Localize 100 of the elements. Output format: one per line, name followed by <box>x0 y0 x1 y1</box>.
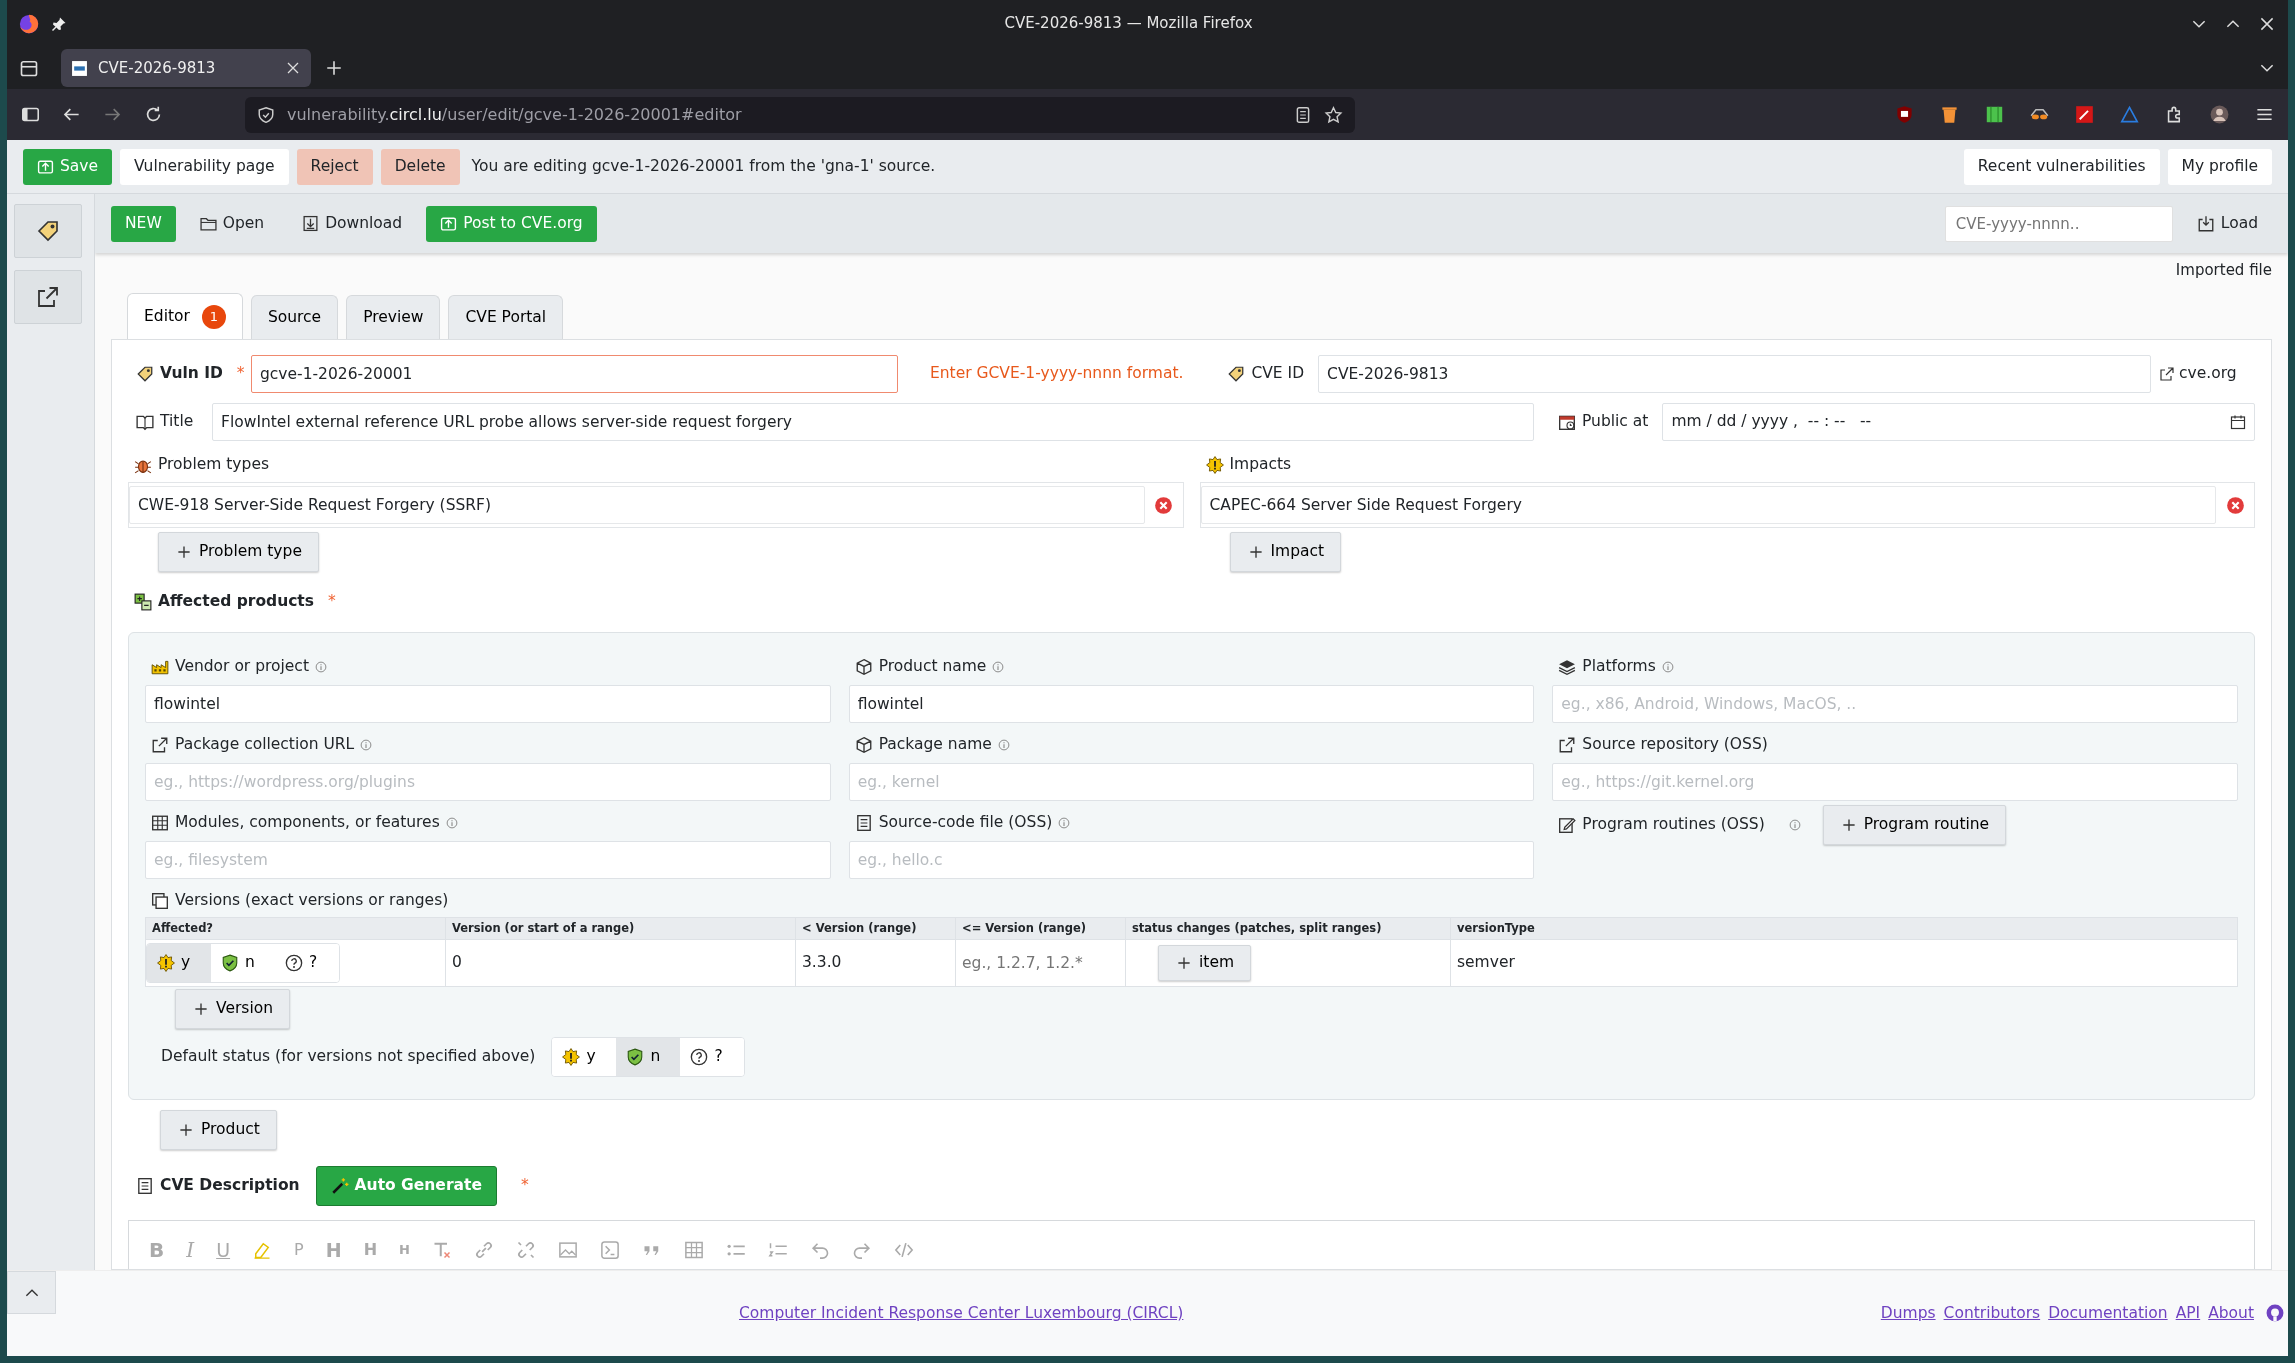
url-text: vulnerability.circl.lu/user/edit/gcve-1-2026-20001#editor <box>287 103 743 126</box>
browser-tab[interactable]: CVE-2026-9813 <box>61 49 311 87</box>
footer-link[interactable]: Computer Incident Response Center Luxembourg (CIRCL) <box>739 1301 1184 1326</box>
tag-icon <box>136 365 154 383</box>
editor-tab[interactable]: Editor 1 <box>127 293 243 339</box>
info-icon <box>314 660 327 673</box>
book-icon <box>136 413 154 431</box>
input-field[interactable]: FlowIntel external reference URL probe allows server-side request forgery <box>212 403 1534 441</box>
reload-icon <box>144 104 163 124</box>
site-favicon <box>71 59 88 77</box>
window-title: CVE-2026-9813 — Mozilla Firefox <box>1003 13 1254 35</box>
warning-icon <box>562 1048 581 1066</box>
footer-link[interactable]: Documentation <box>2048 1301 2168 1326</box>
error-message: Enter GCVE-1-yyyy-nnnn format. <box>930 363 1184 385</box>
input-field[interactable]: flowintel <box>848 684 1535 723</box>
add-button[interactable]: item <box>1158 945 1252 981</box>
download-button[interactable]: Download <box>288 205 417 242</box>
input-field[interactable]: gcve-1-2026-20001 <box>251 355 898 393</box>
table-cell: 0 <box>445 939 796 987</box>
status-option[interactable]: n <box>616 1038 681 1076</box>
plus-icon <box>175 543 193 561</box>
plus-icon <box>192 1000 210 1018</box>
info-icon <box>445 816 458 829</box>
editor-tab[interactable]: Source <box>250 295 339 339</box>
add-button[interactable]: Version <box>175 989 290 1029</box>
highlighter-icon <box>252 1240 273 1260</box>
input-field[interactable]: eg., https://git.kernel.org <box>1552 762 2238 801</box>
close-icon <box>285 60 301 76</box>
input-field[interactable]: CWE-918 Server-Side Request Forgery (SSRF) <box>129 486 1145 524</box>
copy-icon <box>151 891 169 910</box>
column-header: <= Version (range) <box>955 917 1126 940</box>
edit-icon <box>1558 815 1577 834</box>
sidebar-button[interactable] <box>14 204 82 258</box>
plus-icon <box>177 1121 195 1139</box>
field-label: Problem types <box>158 454 269 476</box>
add-button[interactable]: Program routine <box>1822 804 2007 845</box>
editor-tab[interactable]: Preview <box>346 295 441 339</box>
field-label: CVE Description <box>160 1175 300 1197</box>
table-cell: semver <box>1450 939 2238 987</box>
star-icon <box>1324 105 1343 125</box>
date-field[interactable]: mm / dd / yyyy , -- : -- -- <box>1662 403 2255 441</box>
tag-icon <box>1227 365 1246 383</box>
terminal-icon <box>599 1240 620 1260</box>
nav-button[interactable]: Recent vulnerabilities <box>1963 148 2160 185</box>
load-button[interactable]: Load <box>2182 205 2272 242</box>
calendar-icon <box>2230 414 2246 430</box>
x-circle-icon <box>1154 495 1173 515</box>
editor-tab[interactable]: CVE Portal <box>448 295 564 339</box>
add-button[interactable]: Problem type <box>158 532 319 572</box>
plus-icon <box>325 58 343 77</box>
status-option[interactable]: y <box>147 944 211 982</box>
input-field[interactable]: eg., kernel <box>848 762 1535 801</box>
firefox-logo <box>19 13 39 34</box>
add-button[interactable]: Impact <box>1229 532 1342 572</box>
layers-icon <box>1558 657 1577 676</box>
footer-link[interactable]: Contributors <box>1943 1301 2041 1326</box>
required-mark: * <box>520 1175 529 1197</box>
info-icon <box>997 738 1010 751</box>
triangle-icon <box>2120 104 2139 124</box>
input-field[interactable]: eg., 1.2.7, 1.2.* <box>956 941 1125 985</box>
cve-search-field[interactable]: CVE-yyyy-nnnn.. <box>1944 205 2173 242</box>
input-field[interactable]: CVE-2026-9813 <box>1318 355 2151 393</box>
add-button[interactable]: Product <box>160 1110 277 1150</box>
footer-link[interactable]: Dumps <box>1880 1301 1936 1326</box>
imported-file-label: Imported file <box>2175 261 2272 279</box>
url-bar[interactable]: vulnerability.circl.lu/user/edit/gcve-1-2026-20001#editor <box>245 96 1355 133</box>
danger-button[interactable]: Delete <box>380 148 460 185</box>
field-label: Source repository (OSS) <box>1582 734 1768 756</box>
field-label: Title <box>160 411 194 433</box>
external-link-icon <box>2159 366 2175 382</box>
trash-icon <box>1940 104 1959 124</box>
external-link-icon <box>151 735 169 754</box>
document-icon <box>136 1177 154 1195</box>
field-label: Vendor or project <box>175 656 309 678</box>
column-header: Version (or start of a range) <box>445 917 796 940</box>
external-link[interactable]: cve.org <box>2159 362 2255 386</box>
open-button[interactable]: Open <box>185 205 279 242</box>
shield-icon <box>1895 104 1914 124</box>
document-icon <box>854 813 873 832</box>
image-icon <box>557 1240 578 1260</box>
footer-link[interactable]: About <box>2208 1301 2254 1326</box>
input-field[interactable]: eg., filesystem <box>145 840 831 879</box>
input-field[interactable]: eg., https://wordpress.org/plugins <box>145 762 831 801</box>
field-label: Affected products <box>158 591 314 612</box>
sidebar-button[interactable] <box>14 270 82 324</box>
page-button[interactable]: Vulnerability page <box>120 148 289 185</box>
column-header: Affected? <box>145 917 446 940</box>
input-field[interactable]: eg., x86, Android, Windows, MacOS, .. <box>1552 684 2238 723</box>
input-field[interactable]: eg., hello.c <box>848 840 1535 879</box>
field-label: Impacts <box>1229 454 1292 476</box>
field-label: Package collection URL <box>175 734 355 756</box>
input-field[interactable]: flowintel <box>145 684 831 723</box>
input-field[interactable]: CAPEC-664 Server Side Request Forgery <box>1200 486 2216 524</box>
footer-link[interactable]: API <box>2175 1301 2201 1326</box>
danger-button[interactable]: Reject <box>296 148 373 185</box>
folder-icon <box>199 215 217 232</box>
info-icon <box>360 738 373 751</box>
nav-button[interactable]: My profile <box>2167 148 2272 185</box>
info-icon <box>1788 818 1801 831</box>
warning-icon <box>157 954 175 972</box>
